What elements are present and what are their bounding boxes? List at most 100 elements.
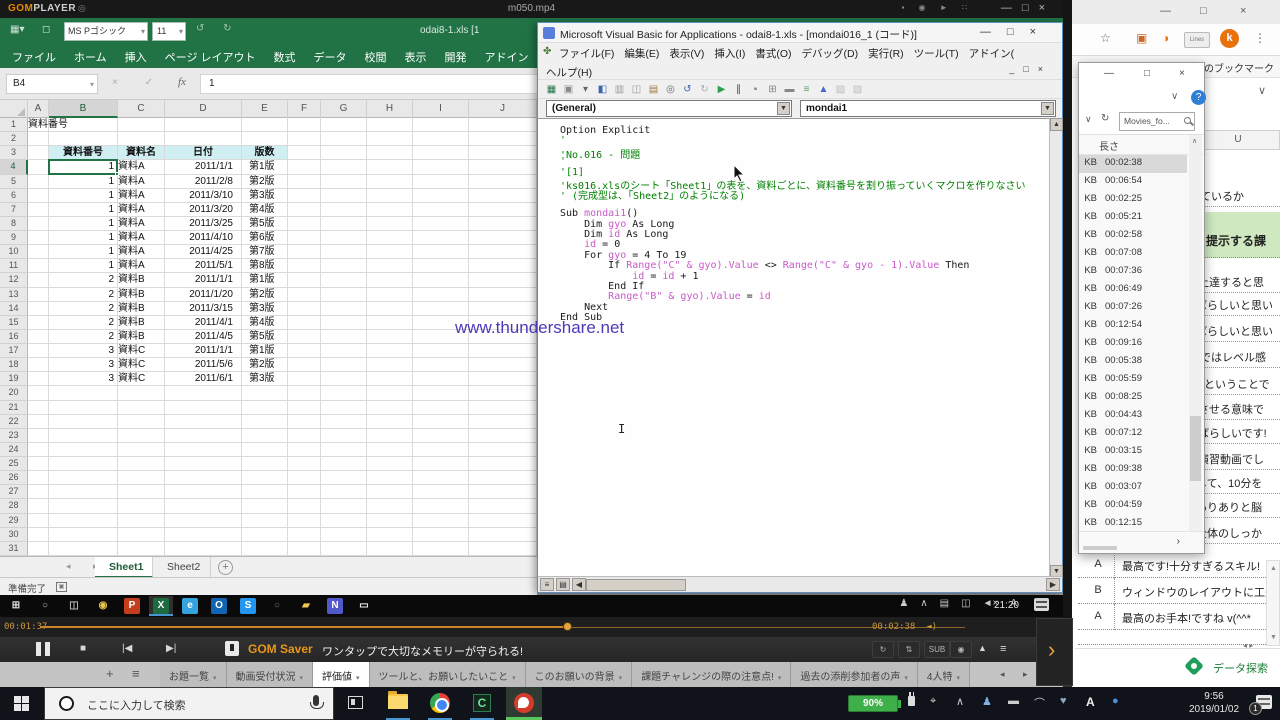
gom-timeline[interactable]: 00:01:37 00:02:38 ◄) <box>0 617 1063 637</box>
scrollbar-thumb[interactable] <box>586 579 686 591</box>
cell[interactable] <box>469 160 537 174</box>
row-header-26[interactable]: 26 <box>0 471 28 485</box>
strip-tab[interactable]: 4人特▾ <box>918 662 970 687</box>
vba-toolbar-icon[interactable]: ▲ <box>816 83 831 97</box>
cell[interactable]: 2011/5/6 <box>165 358 242 372</box>
browser-menu-icon[interactable]: ⋮ <box>1254 31 1266 45</box>
cell[interactable]: 第5版 <box>242 217 288 231</box>
cell[interactable] <box>28 288 49 302</box>
cell[interactable] <box>469 372 537 386</box>
cell[interactable] <box>413 485 469 499</box>
explorer-maximize-button[interactable]: □ <box>1144 68 1150 79</box>
vba-toolbar-icon[interactable]: ↺ <box>680 83 695 97</box>
cell[interactable]: 第1版 <box>242 160 288 174</box>
cell[interactable] <box>469 344 537 358</box>
explorer-file-row[interactable]: KB00:04:59 <box>1079 497 1187 515</box>
cell[interactable] <box>367 146 413 160</box>
cell[interactable] <box>118 528 165 542</box>
vba-menu-item[interactable]: ツール(T) <box>909 43 964 61</box>
cell[interactable] <box>469 386 537 400</box>
cell[interactable] <box>413 203 469 217</box>
taskbar-app-explorer[interactable] <box>380 687 416 720</box>
microphone-icon[interactable] <box>313 695 319 706</box>
cell[interactable] <box>242 118 288 132</box>
recorded-app-icon[interactable]: N <box>327 598 343 614</box>
ribbon-tab[interactable]: ページ レイアウト <box>156 45 265 68</box>
notification-center-icon[interactable]: 1 <box>1256 695 1272 709</box>
cell[interactable] <box>28 499 49 513</box>
cell[interactable] <box>321 175 367 189</box>
cell[interactable] <box>288 401 321 415</box>
cell[interactable] <box>413 259 469 273</box>
cell[interactable] <box>413 132 469 146</box>
cell[interactable] <box>28 457 49 471</box>
cell[interactable] <box>321 288 367 302</box>
cell[interactable] <box>288 471 321 485</box>
help-icon[interactable]: ? <box>1191 90 1206 105</box>
stop-button[interactable]: ■ <box>80 643 86 654</box>
cell[interactable] <box>165 528 242 542</box>
cell[interactable] <box>49 415 118 429</box>
cell[interactable] <box>413 443 469 457</box>
scroll-right-icon[interactable]: ▶ <box>1046 578 1060 591</box>
explorer-file-row[interactable]: KB00:05:21 <box>1079 209 1187 227</box>
row-header-21[interactable]: 21 <box>0 401 28 415</box>
sheets-vertical-scrollbar[interactable]: ▲ ▼ <box>1266 560 1280 646</box>
row-header-4[interactable]: 4 <box>0 160 28 174</box>
gom-button-sub[interactable]: SUB <box>924 641 950 658</box>
explorer-file-row[interactable]: KB00:02:58 <box>1079 227 1187 245</box>
cell[interactable] <box>413 415 469 429</box>
cell[interactable] <box>288 372 321 386</box>
cell[interactable]: 第3版 <box>242 189 288 203</box>
object-dropdown[interactable]: (General)▼ <box>546 100 792 117</box>
vba-toolbar-icon[interactable]: ▬ <box>782 83 797 97</box>
cell[interactable] <box>49 443 118 457</box>
cell[interactable] <box>49 457 118 471</box>
length-column-label[interactable]: 長さ <box>1099 138 1119 153</box>
tray-icon[interactable]: ♟ <box>899 598 908 609</box>
ribbon-tab[interactable]: 開発 <box>436 45 476 68</box>
cell[interactable] <box>288 316 321 330</box>
fx-icon[interactable]: fx <box>178 76 186 88</box>
cell[interactable] <box>321 146 367 160</box>
gom-window-controls[interactable]: —□× <box>1001 2 1055 14</box>
ad-brand[interactable]: GOM Saver <box>248 642 313 656</box>
cell[interactable] <box>28 245 49 259</box>
cell[interactable]: 資料B <box>118 273 165 287</box>
vba-code-area[interactable]: Option Explicit''No.016 - 問題''[1]'ks016.… <box>538 118 1062 578</box>
vba-menu-item[interactable]: デバッグ(D) <box>797 43 864 61</box>
cell[interactable]: 資料B <box>118 288 165 302</box>
cell[interactable] <box>242 542 288 556</box>
recorded-notification-icon[interactable] <box>1034 598 1049 611</box>
row-header-28[interactable]: 28 <box>0 499 28 513</box>
cell[interactable] <box>242 429 288 443</box>
tray-icon[interactable]: ∧ <box>956 695 964 708</box>
cell[interactable]: 2 <box>49 273 118 287</box>
cell[interactable] <box>413 457 469 471</box>
row-header-18[interactable]: 18 <box>0 358 28 372</box>
cell[interactable] <box>242 485 288 499</box>
cell[interactable]: 2011/1/20 <box>165 288 242 302</box>
taskbar-search-input[interactable]: ここに入力して検索 <box>44 687 334 720</box>
cell[interactable]: 資料A <box>118 203 165 217</box>
ribbon-tab[interactable]: データ <box>305 45 356 68</box>
cell[interactable] <box>367 231 413 245</box>
explorer-file-row[interactable]: KB00:07:12 <box>1079 425 1187 443</box>
row-header-16[interactable]: 16 <box>0 330 28 344</box>
cell[interactable] <box>49 514 118 528</box>
vba-toolbar-icon[interactable]: ▶ <box>714 83 729 97</box>
cell[interactable] <box>469 457 537 471</box>
cell[interactable]: 2 <box>49 288 118 302</box>
cell[interactable] <box>321 358 367 372</box>
cell[interactable]: 1 <box>49 175 118 189</box>
explorer-file-row[interactable]: KB00:07:36 <box>1079 263 1187 281</box>
cell[interactable] <box>367 330 413 344</box>
explorer-minimize-button[interactable]: — <box>1104 68 1114 79</box>
explorer-file-row[interactable]: KB00:05:59 <box>1079 371 1187 389</box>
cell[interactable] <box>118 429 165 443</box>
cell[interactable] <box>28 203 49 217</box>
cell[interactable] <box>413 429 469 443</box>
recorded-app-icon[interactable]: X <box>153 598 169 614</box>
ribbon-tab[interactable]: 表示 <box>396 45 436 68</box>
cell[interactable] <box>469 429 537 443</box>
